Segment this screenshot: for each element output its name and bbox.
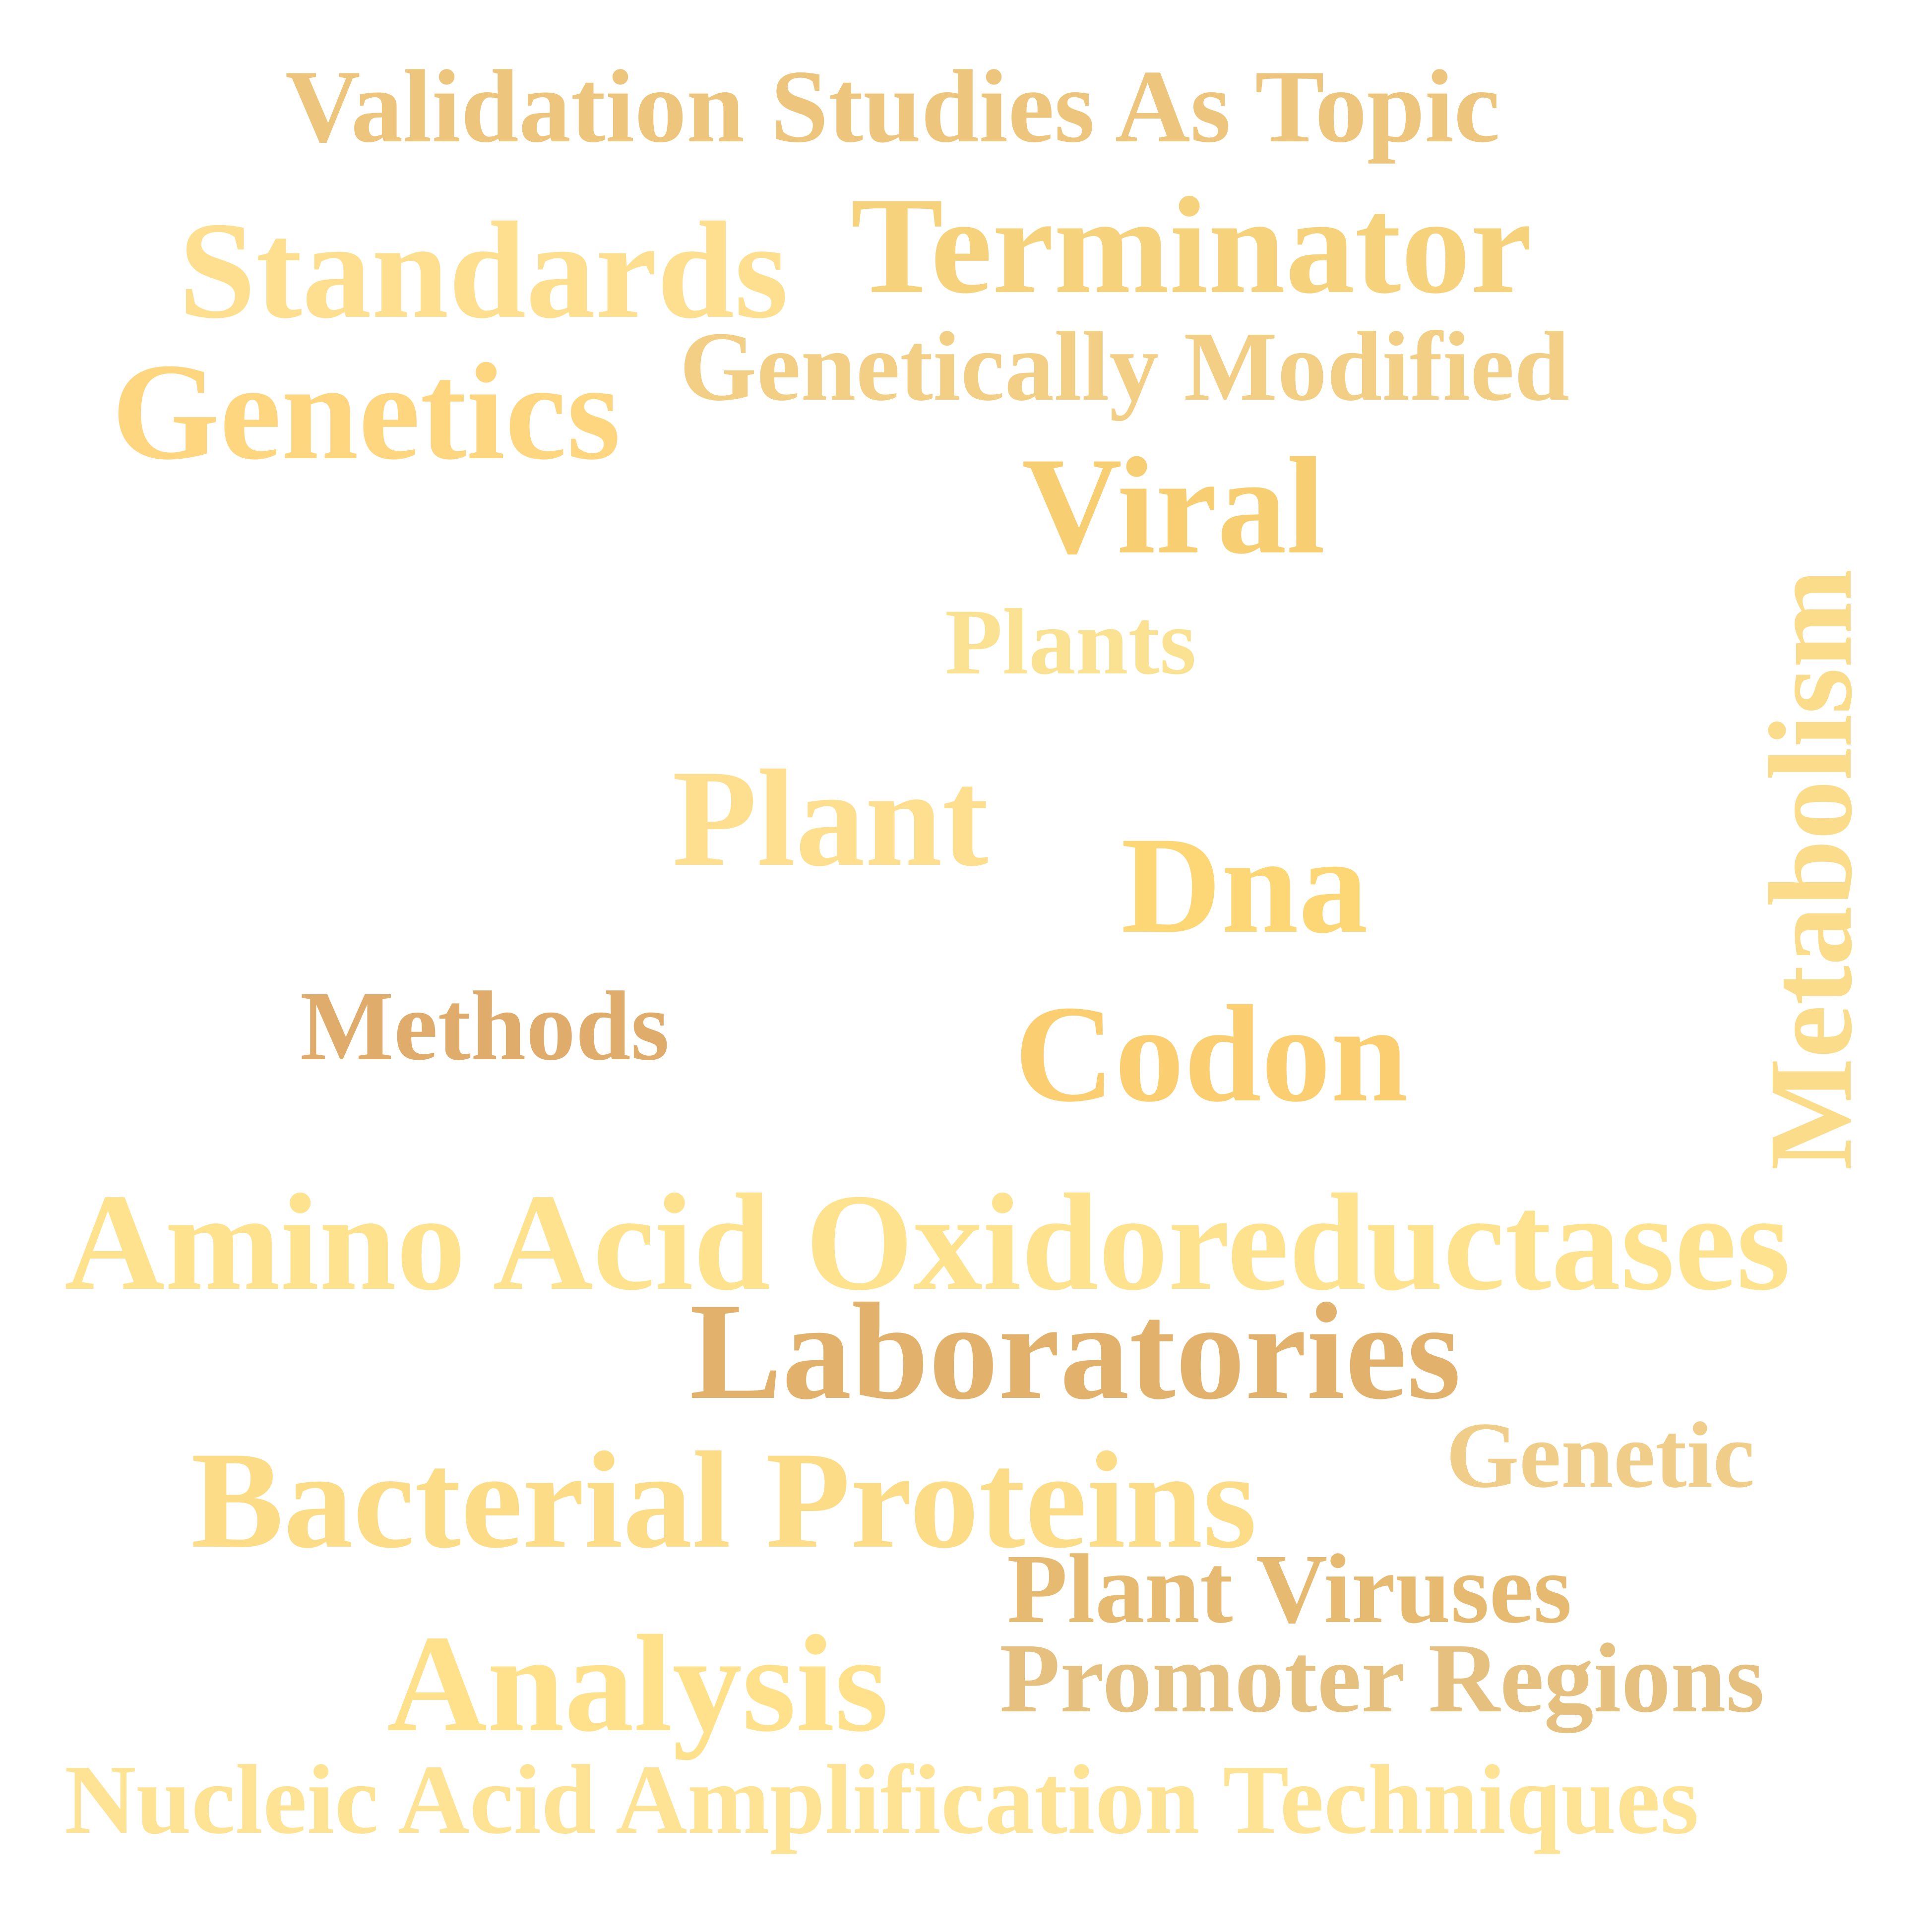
- word-genetic: Genetic: [1446, 1403, 1755, 1508]
- word-laboratories: Laboratories: [689, 1274, 1461, 1428]
- word-codon: Codon: [1014, 976, 1408, 1131]
- word-cloud: Validation Studies As Topic Standards Te…: [0, 0, 1932, 1932]
- word-methods: Methods: [300, 971, 670, 1081]
- word-terminator: Terminator: [851, 168, 1532, 322]
- word-plants: Plants: [945, 590, 1196, 694]
- word-genetically-modified: Genetically Modified: [680, 312, 1570, 422]
- word-viral: Viral: [1022, 428, 1325, 583]
- word-validation-studies-as-topic: Validation Studies As Topic: [285, 49, 1500, 164]
- word-nucleic-acid-amplification-techniques: Nucleic Acid Amplification Techniques: [64, 1745, 1699, 1855]
- word-promoter-regions: Promoter Regions: [999, 1624, 1765, 1733]
- word-metabolism: Metabolism: [1745, 568, 1876, 1170]
- word-genetics: Genetics: [112, 334, 621, 488]
- word-plant: Plant: [672, 741, 989, 895]
- word-analysis: Analysis: [387, 1606, 889, 1760]
- word-dna: Dna: [1121, 808, 1368, 962]
